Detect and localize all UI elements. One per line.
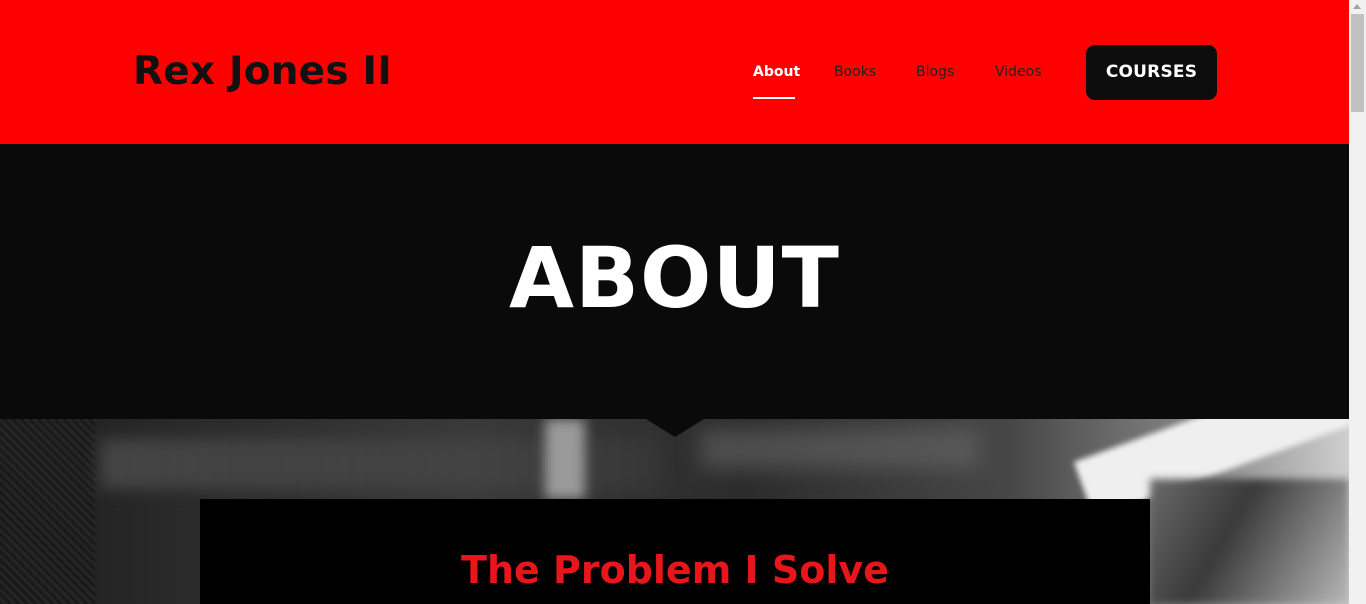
courses-button[interactable]: COURSES (1086, 45, 1217, 100)
page-title: ABOUT (509, 229, 840, 327)
nav-item-about[interactable]: About (753, 62, 800, 82)
active-nav-underline (753, 97, 795, 99)
scroll-up-arrow-icon[interactable] (1353, 4, 1361, 9)
problem-section-card: The Problem I Solve (200, 499, 1150, 604)
page: Rex Jones II About Books Blogs Videos CO… (0, 0, 1349, 604)
hero-banner: ABOUT (0, 144, 1349, 419)
page-scrollbar[interactable] (1349, 0, 1366, 604)
scrollbar-thumb[interactable] (1351, 14, 1364, 112)
hero-pointer-arrow (646, 419, 704, 437)
nav-item-books[interactable]: Books (834, 62, 876, 82)
nav-item-blogs[interactable]: Blogs (916, 62, 954, 82)
nav-item-videos[interactable]: Videos (995, 62, 1042, 82)
section-heading: The Problem I Solve (461, 548, 889, 592)
site-header: Rex Jones II About Books Blogs Videos CO… (0, 0, 1349, 144)
